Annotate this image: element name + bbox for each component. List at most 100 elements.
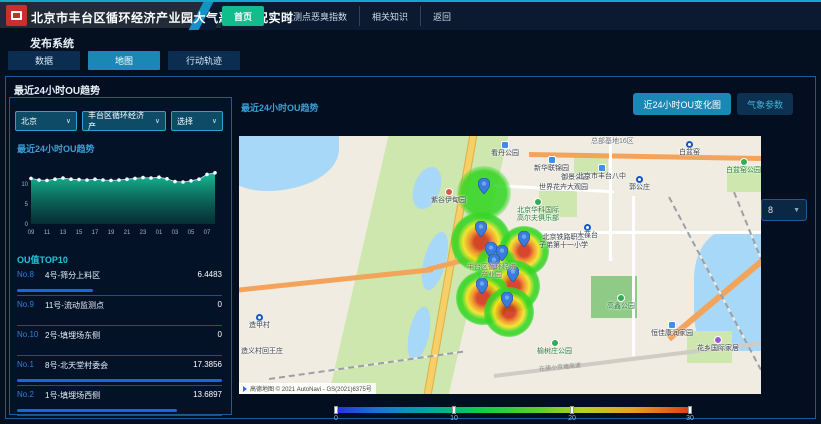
ou-color-legend: 0102030 bbox=[336, 407, 690, 424]
row-site-name: 8号-北天堂村委会 bbox=[45, 360, 108, 371]
map-label-text: 花乡国际家居 bbox=[697, 345, 739, 353]
panel-title: 最近24小时OU趋势 bbox=[14, 82, 100, 97]
row-rank: No.10 bbox=[17, 330, 38, 339]
ou-top-row-5[interactable]: No.21号-填埋场西侧13.6897 bbox=[17, 386, 222, 416]
map-attribution: 高德地图 © 2021 AutoNavi - GS(2021)6375号 bbox=[239, 383, 376, 394]
nav-item-2[interactable]: 监测点恶臭指数 bbox=[272, 6, 359, 26]
poi-red-icon bbox=[445, 188, 453, 196]
svg-text:05: 05 bbox=[188, 230, 195, 236]
legend-tick-label: 10 bbox=[450, 415, 458, 422]
svg-text:01: 01 bbox=[156, 230, 163, 236]
row-value: 0 bbox=[218, 330, 222, 339]
row-rank: No.8 bbox=[17, 270, 34, 279]
row-rank: No.9 bbox=[17, 300, 34, 309]
park-green-icon bbox=[617, 294, 625, 302]
ou-top-list: No.8 4号-筛分上料区 6.4483 No.9 11号-流动监测点 0No.102号-… bbox=[17, 266, 222, 416]
row-progress-bar bbox=[17, 379, 222, 382]
metro-icon bbox=[256, 314, 263, 321]
svg-text:09: 09 bbox=[28, 230, 35, 236]
map-label-4: 总部基地16区 bbox=[591, 138, 634, 146]
tab-3[interactable]: 行动轨迹 bbox=[168, 51, 240, 70]
map-label-8: 郭公庄 bbox=[629, 176, 650, 192]
tab-1[interactable]: 数据 bbox=[8, 51, 80, 70]
map-label-15: 高鑫公园 bbox=[607, 294, 635, 311]
svg-text:07: 07 bbox=[204, 230, 211, 236]
row-value: 13.6897 bbox=[193, 390, 222, 399]
legend-tick-marker bbox=[452, 406, 456, 414]
amap-logo-icon bbox=[243, 386, 247, 392]
map-label-text: 高鑫公园 bbox=[607, 303, 635, 311]
map-label-5: 北京市丰台八中 bbox=[577, 164, 626, 181]
legend-gradient-bar bbox=[336, 407, 690, 413]
map-label-7: 白盆窑公园 bbox=[726, 158, 761, 175]
map-label-text: 新华联锦园 bbox=[534, 165, 569, 173]
filter-select-1[interactable]: 北京 ∨ bbox=[15, 111, 77, 131]
svg-text:11: 11 bbox=[44, 230, 51, 236]
map-label-text: 看丹公园 bbox=[491, 150, 519, 158]
tab-2[interactable]: 地图 bbox=[88, 51, 160, 70]
poi-blue-icon bbox=[668, 321, 676, 329]
nav-item-3[interactable]: 相关知识 bbox=[359, 6, 420, 26]
main-panel: 最近24小时OU趋势 北京∨丰台区循环经济产∨选择∨ 最近24小时OU趋势 05… bbox=[5, 76, 816, 419]
map-pin-icon-8[interactable] bbox=[501, 292, 513, 308]
map-label-text: 世界花卉大观园 bbox=[539, 184, 588, 192]
filter-select-3[interactable]: 选择∨ bbox=[171, 111, 223, 131]
minor-road-v2 bbox=[632, 196, 635, 356]
map-pin-icon-2[interactable] bbox=[475, 221, 487, 237]
svg-text:10: 10 bbox=[21, 182, 28, 188]
map-label-text: 子弟第十一小学 bbox=[539, 242, 588, 250]
map-label-text: 产业园 bbox=[481, 272, 502, 280]
poi-blue-icon bbox=[501, 141, 509, 149]
map-button-group: 近24小时OU变化图气象参数 bbox=[633, 93, 793, 115]
under-construction-road-label: 在建小京塘高速 bbox=[539, 360, 582, 373]
row-progress-bar bbox=[17, 409, 177, 412]
map-label-20: 造义村回王庄 bbox=[241, 348, 283, 356]
hour-select-dropdown[interactable]: 8 ▼ bbox=[761, 199, 807, 221]
ou-top-row-1[interactable]: No.8 4号-筛分上料区 6.4483 bbox=[17, 266, 222, 296]
select-value: 北京 bbox=[21, 116, 37, 127]
select-value: 选择 bbox=[177, 116, 193, 127]
svg-text:0: 0 bbox=[25, 222, 29, 228]
map-panel: 最近24小时OU趋势 近24小时OU变化图气象参数 bbox=[234, 89, 815, 417]
filter-selects: 北京 ∨ 丰台区循环经济产∨选择∨ bbox=[15, 111, 223, 131]
map-pin-icon-3[interactable] bbox=[518, 231, 530, 247]
map-button-1[interactable]: 近24小时OU变化图 bbox=[633, 93, 731, 115]
row-site-name: 11号-流动监测点 bbox=[45, 300, 104, 311]
map-label-text: 郭公庄 bbox=[629, 184, 650, 192]
row-site-name: 4号-筛分上料区 bbox=[45, 270, 100, 281]
metro-icon bbox=[584, 224, 591, 231]
map-button-2[interactable]: 气象参数 bbox=[737, 93, 793, 115]
ou-trend-chart: 0510091113151719212301030507 bbox=[15, 154, 227, 246]
svg-text:03: 03 bbox=[172, 230, 179, 236]
filter-select-2[interactable]: 丰台区循环经济产∨ bbox=[82, 111, 166, 131]
attribution-text: 高德地图 © 2021 AutoNavi - GS(2021)6375号 bbox=[250, 384, 372, 393]
map-label-14: 丰台区循环经济产业园 bbox=[467, 264, 516, 280]
row-rank: No.2 bbox=[17, 390, 34, 399]
ou-top-row-3[interactable]: No.102号-填埋场东侧0 bbox=[17, 326, 222, 356]
map-label-19: 造甲村 bbox=[249, 314, 270, 330]
map-canvas[interactable]: 在建小京塘高速 看丹公园新华联锦园御景公园总部基地16区北京市丰台八中白盆窑白盆… bbox=[239, 136, 761, 394]
map-pin-icon-7[interactable] bbox=[476, 278, 488, 294]
nav-item-1[interactable]: 首页 bbox=[222, 6, 264, 26]
poi-blue-icon bbox=[548, 156, 556, 164]
ou-top-row-4[interactable]: No.18号-北天堂村委会17.3856 bbox=[17, 356, 222, 386]
legend-tick-label: 30 bbox=[686, 415, 694, 422]
row-value: 6.4483 bbox=[198, 270, 222, 279]
legend-tick-labels: 0102030 bbox=[336, 415, 690, 424]
poi-purple-icon bbox=[714, 336, 722, 344]
legend-tick-marker bbox=[570, 406, 574, 414]
map-label-text: 北京市丰台八中 bbox=[577, 173, 626, 181]
map-label-text: 恒佳康润家园 bbox=[651, 330, 693, 338]
map-label-text: 丰台区循环经济 bbox=[467, 264, 516, 272]
water-area bbox=[239, 136, 339, 191]
ou-top-row-2[interactable]: No.911号-流动监测点0 bbox=[17, 296, 222, 326]
nav-item-4[interactable]: 返回 bbox=[420, 6, 463, 26]
map-label-text: 造义村回王庄 bbox=[241, 348, 283, 356]
map-label-12: 北京铁路职工子弟第十一小学 bbox=[539, 234, 588, 250]
map-label-text: 北京华科国际 bbox=[517, 207, 559, 215]
svg-text:17: 17 bbox=[92, 230, 99, 236]
minor-road-v1 bbox=[609, 136, 612, 261]
map-pin-icon-1[interactable] bbox=[478, 178, 490, 194]
svg-text:13: 13 bbox=[60, 230, 67, 236]
chevron-down-icon: ∨ bbox=[66, 117, 71, 125]
